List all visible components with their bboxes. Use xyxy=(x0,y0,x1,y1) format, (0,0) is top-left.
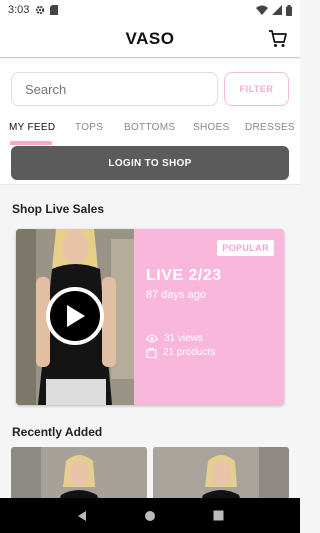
tab-bottoms[interactable]: BOTTOMS xyxy=(124,122,175,133)
filter-button[interactable]: FILTER xyxy=(224,72,289,106)
popular-badge: POPULAR xyxy=(217,240,274,256)
brand-title: VASO xyxy=(125,28,175,48)
search-row: FILTER xyxy=(0,59,300,117)
tab-tops[interactable]: TOPS xyxy=(75,122,103,133)
play-button[interactable] xyxy=(46,287,104,345)
category-tabs: MY FEED TOPS BOTTOMS SHOES DRESSES xyxy=(0,117,300,145)
products-row: 21 products xyxy=(146,347,215,358)
sd-card-icon xyxy=(50,5,59,15)
cart-icon[interactable] xyxy=(268,29,288,49)
system-nav-bar xyxy=(0,498,300,533)
live-sale-card[interactable]: POPULAR LIVE 2/23 87 days ago 31 views 2… xyxy=(16,229,284,405)
login-row: LOGIN TO SHOP xyxy=(0,145,300,185)
home-icon[interactable] xyxy=(144,510,156,522)
app-bar: VASO xyxy=(0,20,300,58)
bag-icon xyxy=(146,348,157,358)
battery-icon xyxy=(286,4,292,16)
screen: 3:03 VASO FILTER MY FEED TOPS BOTTOMS SH… xyxy=(0,0,300,533)
login-to-shop-button[interactable]: LOGIN TO SHOP xyxy=(11,146,289,180)
live-sale-info: POPULAR LIVE 2/23 87 days ago 31 views 2… xyxy=(134,229,284,405)
live-sale-thumbnail xyxy=(16,229,134,405)
recents-icon[interactable] xyxy=(213,510,224,521)
views-row: 31 views xyxy=(146,333,203,344)
section-title-recently-added: Recently Added xyxy=(12,425,103,439)
products-count: 21 products xyxy=(163,347,216,358)
status-bar: 3:03 xyxy=(0,0,300,20)
live-sale-age: 87 days ago xyxy=(146,289,206,301)
wifi-icon xyxy=(256,5,268,15)
settings-icon xyxy=(36,5,45,15)
search-input[interactable] xyxy=(11,72,218,106)
tab-my-feed[interactable]: MY FEED xyxy=(9,122,55,133)
back-icon[interactable] xyxy=(76,510,88,522)
section-title-live-sales: Shop Live Sales xyxy=(12,202,105,216)
tab-dresses[interactable]: DRESSES xyxy=(245,122,295,133)
live-sale-title: LIVE 2/23 xyxy=(146,267,222,284)
signal-icon xyxy=(272,5,282,15)
views-count: 31 views xyxy=(164,333,203,344)
eye-icon xyxy=(146,334,158,343)
status-time: 3:03 xyxy=(8,4,30,16)
play-icon xyxy=(67,305,85,327)
tab-shoes[interactable]: SHOES xyxy=(193,122,230,133)
